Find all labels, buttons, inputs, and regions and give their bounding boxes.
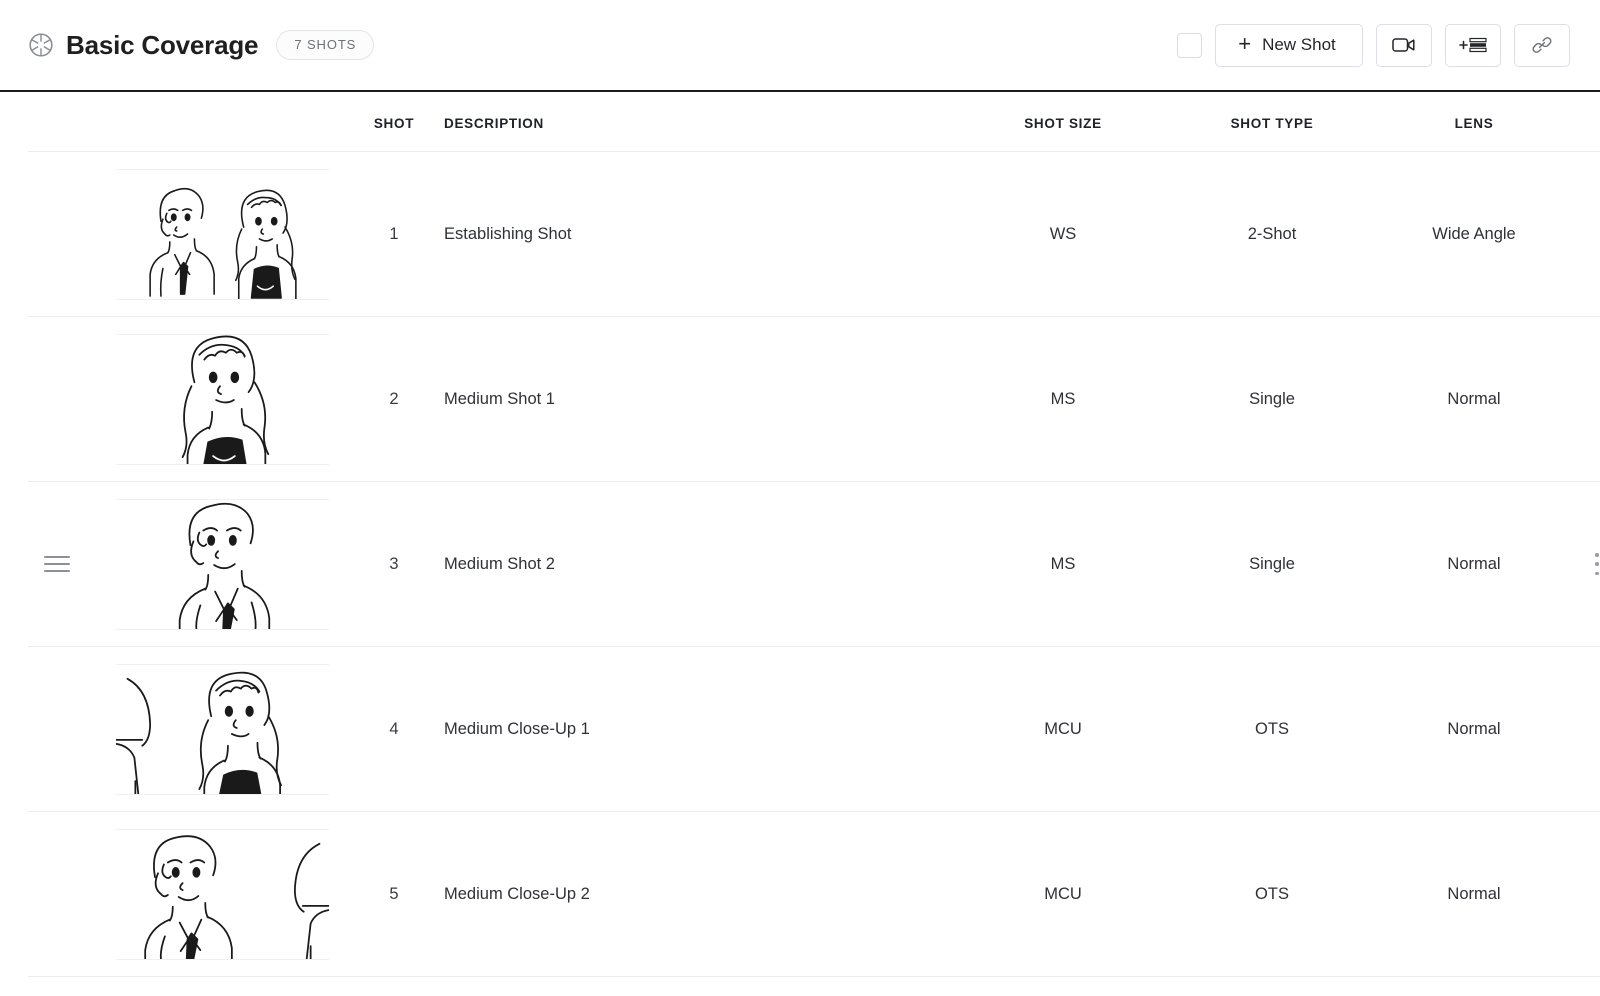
- column-header-shot-size[interactable]: SHOT SIZE: [958, 92, 1168, 152]
- table-header-row: SHOT DESCRIPTION SHOT SIZE SHOT TYPE LEN…: [28, 92, 1600, 152]
- plus-icon: +: [1238, 31, 1252, 56]
- drag-handle-cell: [28, 151, 86, 317]
- add-stripboard-icon: [1458, 36, 1488, 54]
- column-header-lens[interactable]: LENS: [1376, 92, 1572, 152]
- shot-lens[interactable]: Normal: [1376, 646, 1572, 812]
- shot-number: 3: [358, 481, 430, 647]
- table-row[interactable]: 4 Medium Close-Up 1 MCU OTS Normal: [28, 646, 1600, 812]
- shot-size[interactable]: WS: [958, 151, 1168, 317]
- drag-handle-icon[interactable]: [44, 556, 70, 572]
- shot-lens[interactable]: Normal: [1376, 481, 1572, 647]
- table-row[interactable]: 1 Establishing Shot WS 2-Shot Wide Angle: [28, 151, 1600, 317]
- shot-type[interactable]: OTS: [1168, 811, 1376, 977]
- shot-description[interactable]: Establishing Shot: [430, 151, 958, 317]
- link-icon: [1531, 34, 1553, 56]
- shot-thumbnail[interactable]: [115, 498, 329, 630]
- shot-size[interactable]: MS: [958, 316, 1168, 482]
- shot-thumbnail[interactable]: [115, 333, 329, 465]
- shot-thumbnail-cell: [86, 646, 358, 812]
- row-menu-cell: [1572, 151, 1600, 317]
- drag-handle-cell: [28, 481, 86, 647]
- table-row[interactable]: 3 Medium Shot 2 MS Single Normal: [28, 481, 1600, 647]
- select-all-checkbox[interactable]: [1177, 32, 1202, 58]
- shot-thumbnail-cell: [86, 316, 358, 482]
- shot-lens[interactable]: Normal: [1376, 811, 1572, 977]
- shot-thumbnail-cell: [86, 811, 358, 977]
- shot-description[interactable]: Medium Shot 2: [430, 481, 958, 647]
- row-menu-cell: [1572, 481, 1600, 647]
- column-header-description[interactable]: DESCRIPTION: [430, 92, 958, 152]
- shot-number: 5: [358, 811, 430, 977]
- drag-handle-cell: [28, 811, 86, 977]
- shot-description[interactable]: Medium Close-Up 1: [430, 646, 958, 812]
- row-menu-icon[interactable]: [1587, 553, 1600, 575]
- shot-description[interactable]: Medium Close-Up 2: [430, 811, 958, 977]
- column-header-handle: [28, 92, 86, 152]
- shot-table-container: SHOT DESCRIPTION SHOT SIZE SHOT TYPE LEN…: [0, 92, 1600, 977]
- table-row[interactable]: 2 Medium Shot 1 MS Single Normal: [28, 316, 1600, 482]
- shot-description[interactable]: Medium Shot 1: [430, 316, 958, 482]
- app-header: Basic Coverage 7 SHOTS + New Shot: [0, 0, 1600, 92]
- shot-number: 1: [358, 151, 430, 317]
- shot-lens[interactable]: Wide Angle: [1376, 151, 1572, 317]
- shot-thumbnail-cell: [86, 151, 358, 317]
- row-menu-cell: [1572, 646, 1600, 812]
- page-title: Basic Coverage: [66, 29, 259, 60]
- shot-type[interactable]: Single: [1168, 316, 1376, 482]
- row-menu-cell: [1572, 811, 1600, 977]
- shot-lens[interactable]: Normal: [1376, 316, 1572, 482]
- shot-size[interactable]: MCU: [958, 646, 1168, 812]
- column-header-thumbnail: [86, 92, 358, 152]
- video-camera-button[interactable]: [1376, 23, 1432, 67]
- column-header-shot-type[interactable]: SHOT TYPE: [1168, 92, 1376, 152]
- shot-count-badge: 7 SHOTS: [276, 30, 375, 60]
- column-header-shot[interactable]: SHOT: [358, 92, 430, 152]
- shot-thumbnail-cell: [86, 481, 358, 647]
- shot-type[interactable]: Single: [1168, 481, 1376, 647]
- shot-type[interactable]: OTS: [1168, 646, 1376, 812]
- shot-size[interactable]: MCU: [958, 811, 1168, 977]
- row-menu-cell: [1572, 316, 1600, 482]
- table-header: SHOT DESCRIPTION SHOT SIZE SHOT TYPE LEN…: [28, 92, 1600, 152]
- drag-handle-cell: [28, 646, 86, 812]
- shot-thumbnail[interactable]: [115, 168, 329, 300]
- header-actions-group: + New Shot: [1177, 23, 1570, 67]
- shot-size[interactable]: MS: [958, 481, 1168, 647]
- link-button[interactable]: [1514, 23, 1570, 67]
- shot-table: SHOT DESCRIPTION SHOT SIZE SHOT TYPE LEN…: [28, 92, 1600, 977]
- new-shot-button[interactable]: + New Shot: [1215, 23, 1363, 67]
- table-row[interactable]: 5 Medium Close-Up 2 MCU OTS Normal: [28, 811, 1600, 977]
- new-shot-label: New Shot: [1262, 35, 1336, 54]
- aperture-icon: [28, 32, 54, 58]
- shot-number: 4: [358, 646, 430, 812]
- drag-handle-cell: [28, 316, 86, 482]
- shot-thumbnail[interactable]: [115, 828, 329, 960]
- header-left-group: Basic Coverage 7 SHOTS: [28, 29, 375, 61]
- video-camera-icon: [1392, 36, 1416, 54]
- shot-number: 2: [358, 316, 430, 482]
- column-header-menu: [1572, 92, 1600, 152]
- shot-type[interactable]: 2-Shot: [1168, 151, 1376, 317]
- add-stripboard-button[interactable]: [1445, 23, 1501, 67]
- shot-thumbnail[interactable]: [115, 663, 329, 795]
- table-body: 1 Establishing Shot WS 2-Shot Wide Angle: [28, 151, 1600, 977]
